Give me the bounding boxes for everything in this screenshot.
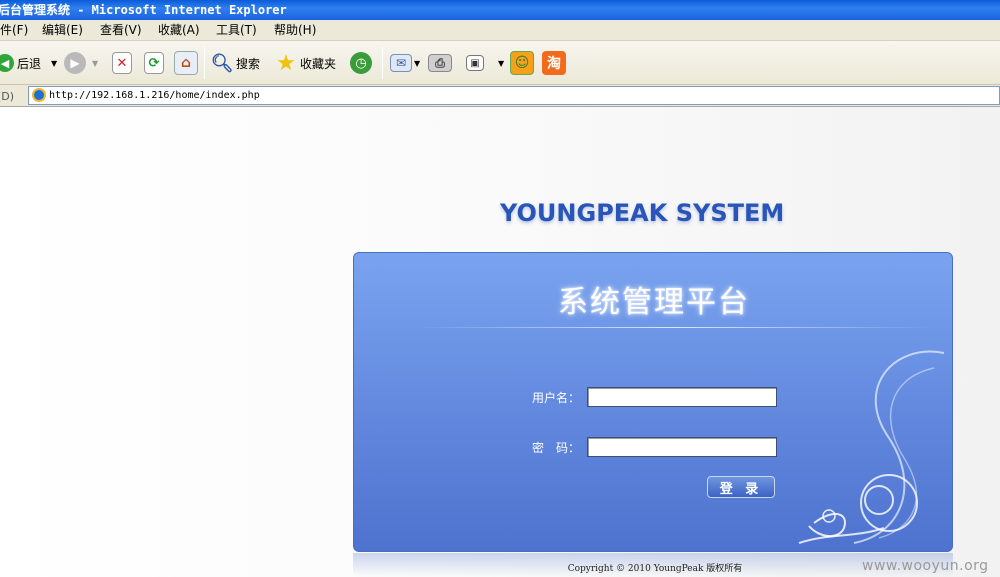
taobao-icon: 淘	[542, 51, 566, 75]
window-titlebar: 后台管理系统 - Microsoft Internet Explorer	[0, 0, 1000, 20]
mail-dropdown-icon[interactable]: ▼	[414, 59, 420, 68]
mail-button[interactable]: ✉ ▼	[390, 49, 420, 77]
menu-file[interactable]: 件(F)	[0, 20, 28, 41]
window-title: 后台管理系统 - Microsoft Internet Explorer	[0, 3, 287, 17]
panel-title: 系统管理平台	[558, 285, 750, 320]
history-icon: ◷	[350, 52, 372, 74]
back-dropdown-icon[interactable]: ▼	[51, 59, 57, 68]
panel-divider	[414, 327, 934, 328]
favorites-label: 收藏夹	[300, 56, 337, 71]
history-button[interactable]: ◷	[350, 49, 372, 77]
menu-view[interactable]: 查看(V)	[100, 20, 142, 41]
menu-tools[interactable]: 工具(T)	[216, 20, 257, 41]
password-label: 密 码：	[532, 441, 581, 455]
stop-icon: ✕	[112, 52, 132, 74]
menu-favorites[interactable]: 收藏(A)	[158, 20, 200, 41]
menu-help[interactable]: 帮助(H)	[274, 20, 316, 41]
page-content: YOUNGPEAK SYSTEM 系统管理平台 用户名： 密 码： 登 录 Co…	[0, 107, 1000, 577]
star-icon: ★	[276, 50, 296, 76]
menu-edit[interactable]: 编辑(E)	[42, 20, 83, 41]
ie-page-icon	[32, 88, 46, 102]
print-button[interactable]: ⎙	[428, 49, 452, 77]
refresh-icon: ⟳	[144, 52, 164, 74]
search-button[interactable]: 🔍︎ 搜索	[210, 49, 260, 77]
menu-bar: 件(F) 编辑(E) 查看(V) 收藏(A) 工具(T) 帮助(H)	[0, 20, 1000, 41]
home-icon: ⌂	[174, 51, 198, 75]
stop-button[interactable]: ✕	[112, 49, 132, 77]
username-input[interactable]	[587, 387, 777, 407]
forward-arrow-icon: ▶	[64, 52, 86, 74]
address-bar: 址(D) http://192.168.1.216/home/index.php	[0, 85, 1000, 107]
edit-dropdown-icon[interactable]: ▼	[498, 59, 504, 68]
search-label: 搜索	[236, 56, 261, 71]
taobao-button[interactable]: 淘	[542, 49, 566, 77]
address-input[interactable]: http://192.168.1.216/home/index.php	[28, 86, 1000, 105]
address-url: http://192.168.1.216/home/index.php	[49, 90, 260, 101]
password-input[interactable]	[587, 437, 777, 457]
toolbar: ◀ 后退 ▼ ▶ ▼ ✕ ⟳ ⌂ 🔍︎ 搜索 ★ 收藏夹 ◷ ✉ ▼ ⎙ ▣ ▼…	[0, 41, 1000, 85]
copyright-text: Copyright © 2010 YoungPeak 版权所有	[567, 564, 743, 574]
login-panel: 系统管理平台 用户名： 密 码： 登 录	[353, 252, 953, 552]
decorative-swirl-icon	[798, 350, 945, 544]
toolbar-separator	[204, 47, 205, 79]
back-button[interactable]: ◀ 后退 ▼	[0, 49, 57, 77]
username-label: 用户名：	[532, 391, 581, 405]
toolbar-separator	[382, 47, 383, 79]
qq-button[interactable]: ☺	[510, 49, 534, 77]
edit-page-icon: ▣	[466, 55, 484, 71]
home-button[interactable]: ⌂	[174, 49, 198, 77]
forward-button[interactable]: ▶ ▼	[64, 49, 98, 77]
printer-icon: ⎙	[428, 54, 452, 72]
watermark: www.wooyun.org	[862, 558, 989, 574]
back-label: 后退	[17, 56, 42, 71]
search-icon: 🔍︎	[210, 52, 234, 74]
address-label: 址(D)	[0, 90, 15, 103]
back-arrow-icon: ◀	[0, 54, 14, 72]
refresh-button[interactable]: ⟳	[144, 49, 164, 77]
edit-button[interactable]: ▣ ▼	[466, 49, 504, 77]
favorites-button[interactable]: ★ 收藏夹	[274, 49, 336, 77]
login-button[interactable]: 登 录	[707, 476, 775, 498]
forward-dropdown-icon[interactable]: ▼	[92, 59, 98, 68]
qq-smiley-icon: ☺	[510, 51, 534, 75]
mail-icon: ✉	[390, 54, 412, 72]
brand-logo: YOUNGPEAK SYSTEM	[500, 199, 785, 227]
